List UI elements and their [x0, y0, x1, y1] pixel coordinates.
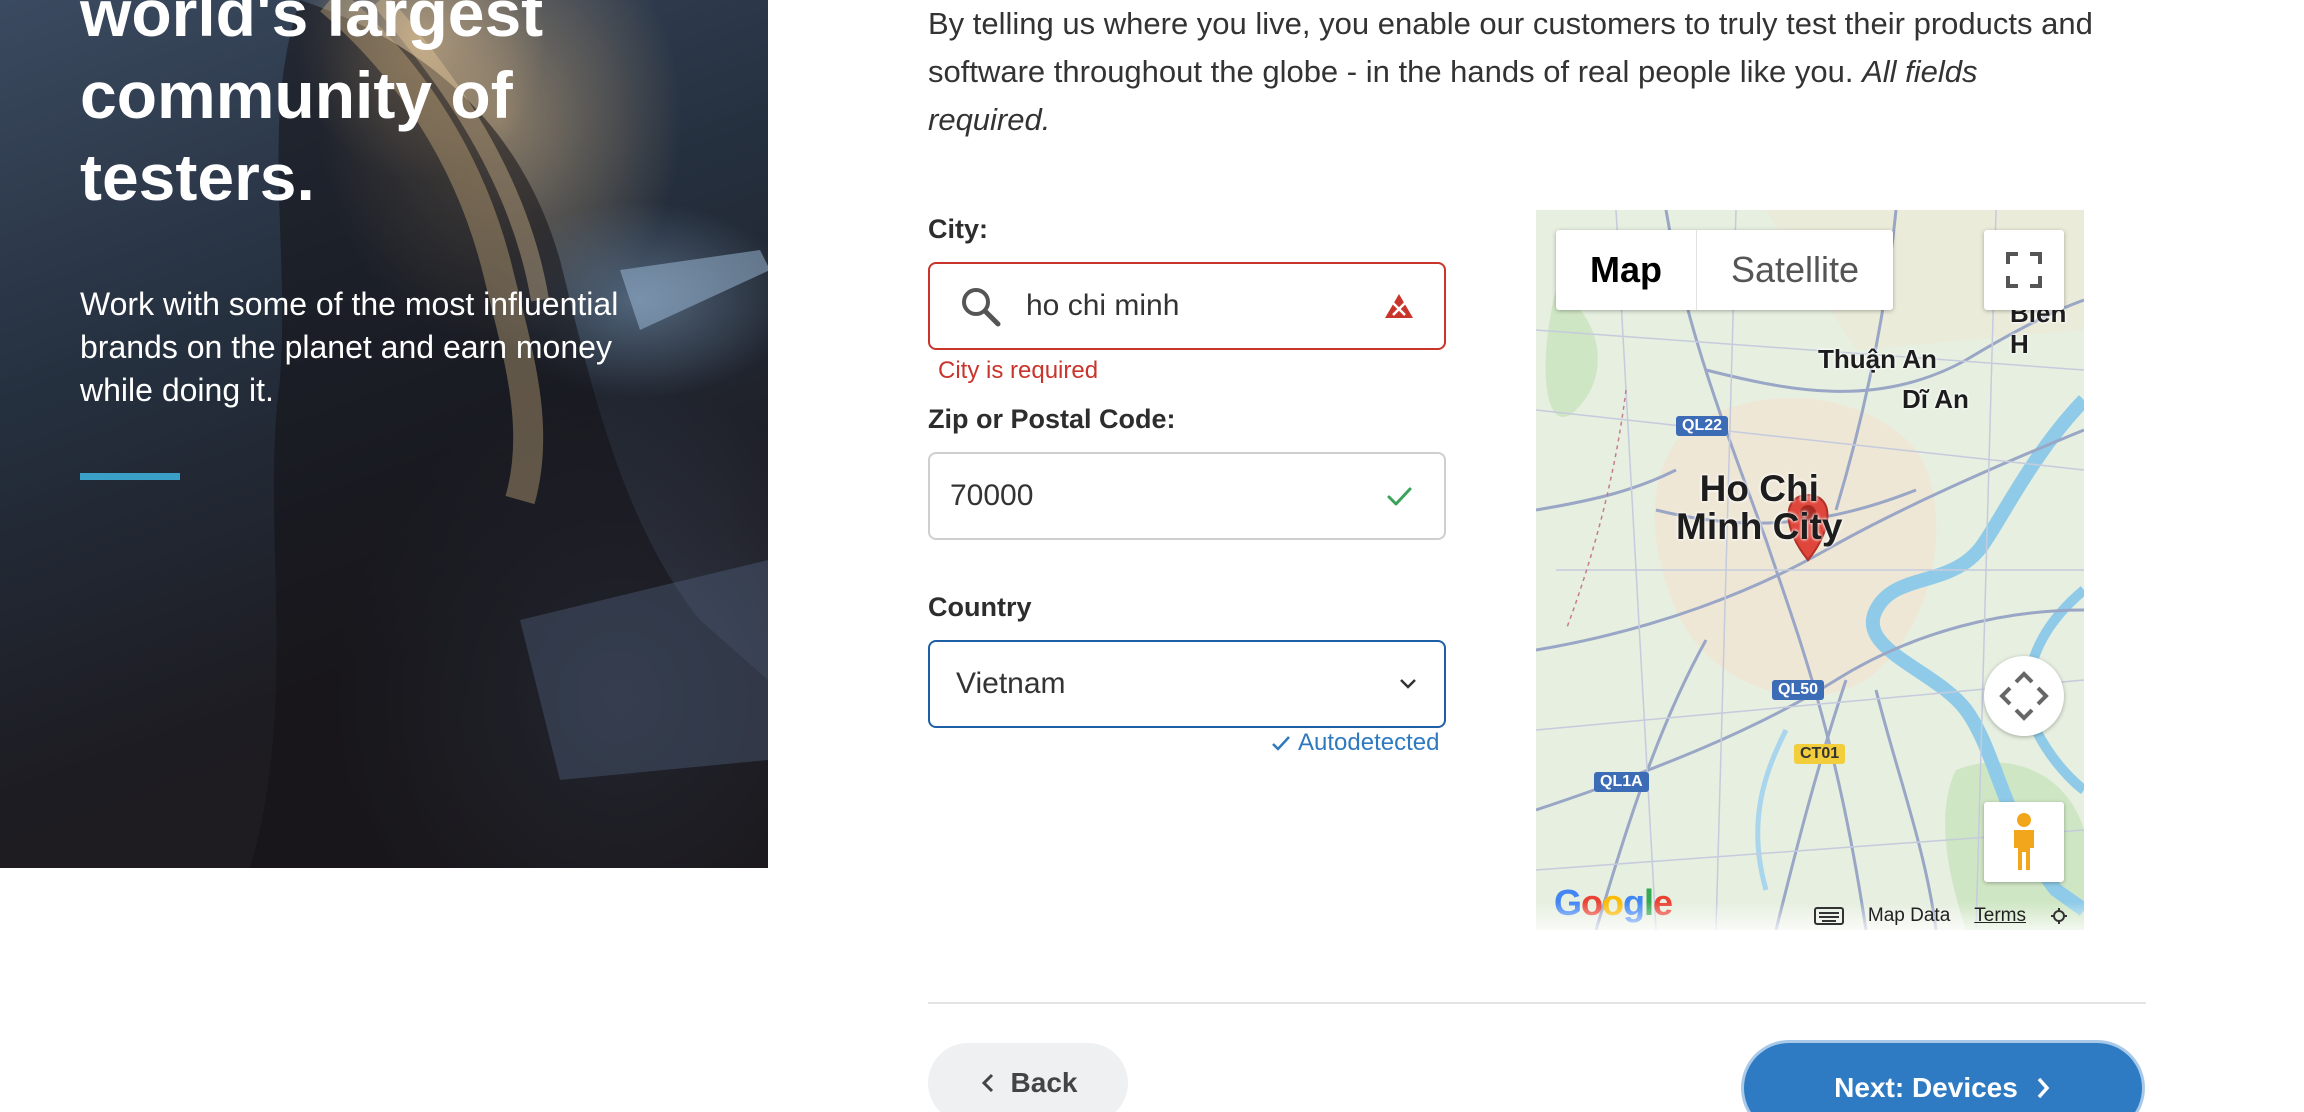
city-label: City: — [928, 214, 988, 244]
back-label: Back — [1010, 1067, 1078, 1098]
fullscreen-icon — [2006, 252, 2042, 288]
country-label: Country — [928, 592, 1032, 622]
hero-panel: world's largest community of testers. Wo… — [0, 0, 768, 868]
pan-arrows-icon — [1999, 671, 2049, 721]
hero-accent-rule — [80, 473, 180, 480]
next-devices-button[interactable]: Next: Devices — [1744, 1043, 2142, 1112]
map-type-tabs: Map Satellite — [1556, 230, 1894, 310]
camera-control-button[interactable] — [1984, 656, 2064, 736]
zip-input[interactable]: 70000 — [928, 452, 1446, 540]
street-view-button[interactable] — [1984, 802, 2064, 882]
error-warning-icon — [1385, 294, 1413, 318]
check-icon — [1387, 487, 1412, 506]
zip-value: 70000 — [950, 479, 1034, 512]
footer-divider — [928, 1002, 2146, 1004]
pegman-icon — [2014, 813, 2034, 870]
search-icon — [962, 288, 1001, 327]
report-bug-icon[interactable] — [2050, 907, 2068, 925]
country-autodetected-note: Autodetected — [1270, 729, 1439, 757]
terms-link[interactable]: Terms — [1974, 905, 2026, 927]
hero-subtitle: Work with some of the most influential b… — [80, 286, 619, 408]
keyboard-icon[interactable] — [1813, 906, 1844, 926]
city-error-message: City is required — [938, 357, 1099, 384]
country-select[interactable]: Vietnam — [928, 640, 1446, 728]
country-value: Vietnam — [956, 667, 1066, 700]
chevron-down-icon — [1400, 679, 1416, 689]
zip-label: Zip or Postal Code: — [928, 404, 1176, 434]
road-shield: CT01 — [1794, 744, 1846, 764]
hero-title: world's largest community of testers. — [80, 0, 544, 214]
map-data-link[interactable]: Map Data — [1868, 905, 1950, 927]
tab-satellite[interactable]: Satellite — [1697, 230, 1893, 310]
tab-map[interactable]: Map — [1556, 230, 1697, 310]
city-input[interactable]: ho chi minh — [928, 262, 1446, 350]
back-button[interactable]: Back — [928, 1043, 1128, 1112]
road-shield: QL1A — [1594, 772, 1649, 792]
chevron-right-icon — [2037, 1077, 2050, 1099]
map-district-label: Thuận An — [1818, 344, 1937, 374]
next-label: Next: Devices — [1834, 1072, 2018, 1103]
check-icon — [1272, 736, 1290, 751]
map-district-label: Dĩ An — [1902, 384, 1969, 414]
intro-paragraph: By telling us where you live, you enable… — [928, 0, 2108, 144]
autodetected-text: Autodetected — [1298, 729, 1440, 756]
map-footer: Map Data Terms — [1536, 902, 2084, 930]
location-map[interactable]: Thuận An Dĩ An Biên H Ho Chi Minh City Q… — [1536, 210, 2084, 930]
map-city-label: Ho Chi Minh City — [1676, 468, 1843, 547]
city-value: ho chi minh — [1026, 289, 1180, 322]
fullscreen-button[interactable] — [1984, 230, 2064, 310]
road-shield: QL50 — [1772, 680, 1825, 700]
chevron-left-icon — [981, 1073, 993, 1093]
road-shield: QL22 — [1676, 416, 1729, 436]
